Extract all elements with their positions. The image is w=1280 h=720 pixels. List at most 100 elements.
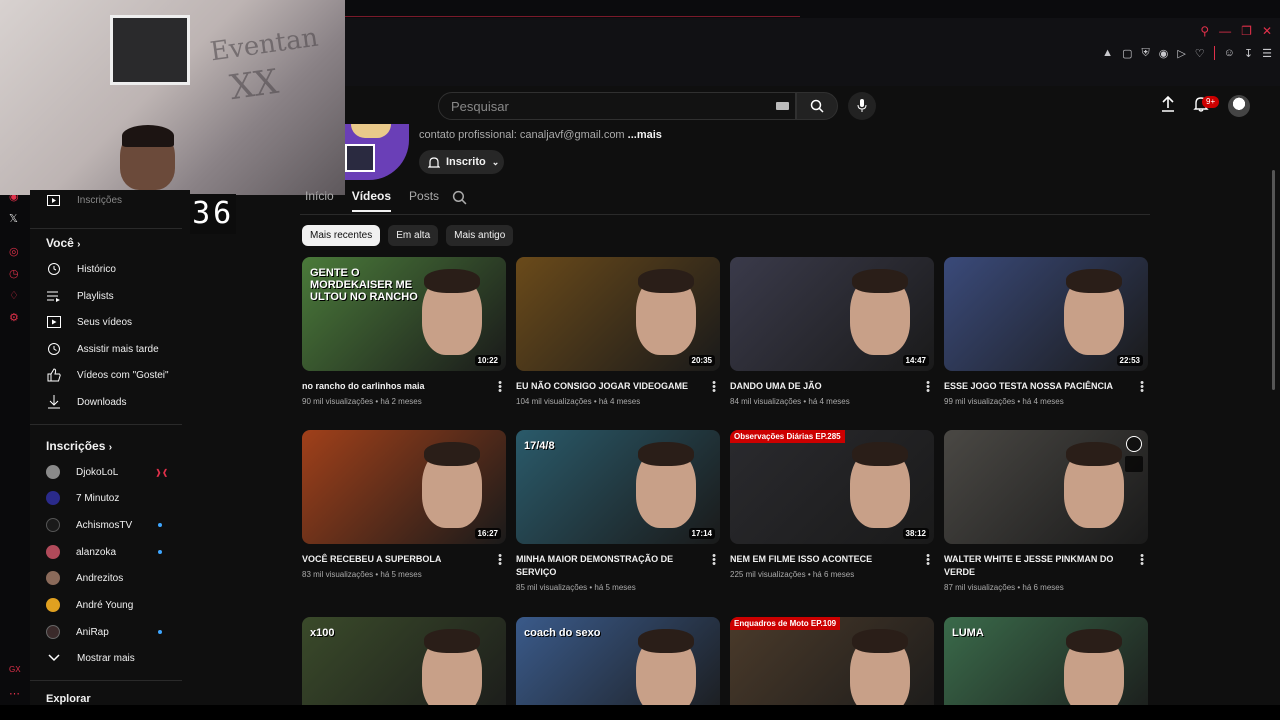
video-thumbnail[interactable]: 20:35 [516,257,720,371]
sidebar-item-assistir-mais-tarde[interactable]: Assistir mais tarde [46,339,159,359]
video-duration: 22:53 [1116,355,1143,366]
video-card[interactable]: 20:35 EU NÃO CONSIGO JOGAR VIDEOGAME 104 m… [516,257,720,406]
sidebar-show-more[interactable]: Mostrar mais [46,648,135,668]
shield-icon[interactable]: ⛨ [1141,47,1149,60]
chip-mais-recentes[interactable]: Mais recentes [302,225,381,246]
more-options-icon[interactable]: • • • [1140,378,1144,397]
sidebar-sub-djokolol[interactable]: DjokoLoL [46,462,118,482]
video-card[interactable]: Observações Diárias EP.285 38:12 NEM EM FI… [730,430,934,579]
camera-icon[interactable]: ◉ [1159,47,1169,60]
settings-icon[interactable]: ⚙ [9,311,19,324]
play-icon[interactable]: ▷ [1177,47,1185,60]
video-thumbnail[interactable]: 17/4/8 17:14 [516,430,720,544]
sidebar-item-historico[interactable]: Histórico [46,259,116,279]
channel-search-icon[interactable] [452,190,467,205]
account-avatar[interactable] [1228,95,1250,117]
more-options-icon[interactable]: • • • [498,551,502,570]
sidebar-item-downloads[interactable]: Downloads [46,392,126,412]
video-card[interactable]: 22:53 ESSE JOGO TESTA NOSSA PACIÊNCIA 99 m… [944,257,1148,406]
sidebar-item-inscricoes[interactable]: Inscrições [46,190,122,210]
profile-icon[interactable]: ☺ [1224,47,1235,59]
chip-em-alta[interactable]: Em alta [388,225,439,246]
video-thumbnail[interactable]: 14:47 [730,257,934,371]
search-tabs-icon[interactable]: ⚲ [1200,24,1209,38]
more-options-icon[interactable]: • • • [926,551,930,570]
more-options-icon[interactable]: • • • [712,551,716,570]
add-to-queue-icon[interactable] [1125,456,1143,472]
channel-tabs: Início Vídeos Posts [305,189,439,212]
minimize-icon[interactable]: — [1219,24,1231,38]
video-title[interactable]: DANDO UMA DE JÃO [730,380,934,393]
sidebar-sub-7-minutoz[interactable]: 7 Minutoz [46,488,119,508]
keyboard-icon[interactable] [776,102,789,110]
watch-later-icon[interactable] [1126,436,1142,452]
menu-icon[interactable]: ☰ [1262,47,1272,60]
more-icon[interactable]: ⋯ [9,687,20,700]
video-title[interactable]: WALTER WHITE E JESSE PINKMAN DO VERDE [944,553,1148,579]
explore-section-header[interactable]: Explorar [46,693,91,705]
chip-mais-antigo[interactable]: Mais antigo [446,225,514,246]
download-icon [46,395,61,410]
x-icon[interactable]: 𝕏 [9,212,18,225]
you-section-header[interactable]: Você › [46,236,80,250]
voice-search-button[interactable] [848,92,876,120]
more-options-icon[interactable]: • • • [926,378,930,397]
video-thumbnail[interactable]: Observações Diárias EP.285 38:12 [730,430,934,544]
video-age: há 4 meses [598,397,641,406]
youtube-sidebar: Inscrições Você › Histórico Playlists Se… [30,190,190,705]
subscriptions-section-header[interactable]: Inscrições › [46,439,112,453]
video-title[interactable]: NEM EM FILME ISSO ACONTECE [730,553,934,566]
video-thumbnail[interactable]: 22:53 [944,257,1148,371]
video-card[interactable]: 17/4/8 17:14 MINHA MAIOR DEMONSTRAÇÃO DE S… [516,430,720,592]
more-options-icon[interactable]: • • • [712,378,716,397]
sidebar-item-seus-videos[interactable]: Seus vídeos [46,312,132,332]
tabs-divider [300,214,1150,215]
video-thumbnail[interactable]: 16:27 [302,430,506,544]
subscribed-button[interactable]: Inscrito ⌄ [419,150,504,174]
sidebar-item-label: Downloads [77,396,127,408]
maximize-icon[interactable]: ❐ [1241,24,1252,38]
search-input[interactable]: Pesquisar [438,92,796,120]
video-card[interactable]: 16:27 VOCÊ RECEBEU A SUPERBOLA 83 mil visu… [302,430,506,579]
chat-icon[interactable]: ♢ [9,289,19,302]
video-views: 83 mil visualizações [302,570,374,579]
heart-icon[interactable]: ♡ [1195,47,1205,60]
video-thumbnail[interactable] [944,430,1148,544]
thumbnail-text: x100 [310,627,335,639]
video-card[interactable]: GENTE O MORDEKAISER ME ULTOU NO RANCHO 10… [302,257,506,406]
sidebar-sub-alanzoka[interactable]: alanzoka [46,542,116,562]
video-title[interactable]: MINHA MAIOR DEMONSTRAÇÃO DE SERVIÇO [516,553,720,579]
history-sidebar-icon[interactable]: ◷ [9,267,19,280]
video-title[interactable]: VOCÊ RECEBEU A SUPERBOLA [302,553,506,566]
download-icon[interactable]: ↧ [1244,47,1253,60]
sidebar-sub-andrezitos[interactable]: Andrezitos [46,568,123,588]
video-card[interactable]: 14:47 DANDO UMA DE JÃO 84 mil visualizaçõe… [730,257,934,406]
pin-icon[interactable]: ▲ [1102,47,1113,59]
video-title[interactable]: ESSE JOGO TESTA NOSSA PACIÊNCIA [944,380,1148,393]
player-icon[interactable]: ◎ [9,245,19,258]
sidebar-item-videos-gostei[interactable]: Vídeos com "Gostei" [46,365,169,385]
video-thumbnail[interactable]: GENTE O MORDEKAISER ME ULTOU NO RANCHO 10… [302,257,506,371]
your-videos-icon [46,315,61,330]
meta-separator: • [805,570,813,579]
playlists-icon [46,289,61,304]
sidebar-sub-achismostv[interactable]: AchismosTV [46,515,132,535]
video-card[interactable]: WALTER WHITE E JESSE PINKMAN DO VERDE 87 … [944,430,1148,592]
more-options-icon[interactable]: • • • [498,378,502,397]
page-scrollbar[interactable] [1272,170,1275,390]
upload-icon[interactable] [1160,95,1176,113]
more-link[interactable]: ...mais [628,129,662,141]
tab-posts[interactable]: Posts [409,189,439,212]
video-title[interactable]: EU NÃO CONSIGO JOGAR VIDEOGAME [516,380,720,393]
snapshot-icon[interactable]: ▢ [1122,47,1132,60]
tab-inicio[interactable]: Início [305,189,334,212]
search-button[interactable] [796,92,838,120]
sidebar-sub-anirap[interactable]: AniRap [46,622,109,642]
close-icon[interactable]: ✕ [1262,24,1272,38]
more-options-icon[interactable]: • • • [1140,551,1144,570]
channel-avatar[interactable] [345,124,409,180]
sidebar-sub-andre-young[interactable]: André Young [46,595,133,615]
tab-videos[interactable]: Vídeos [351,189,392,212]
sidebar-item-playlists[interactable]: Playlists [46,286,114,306]
video-title[interactable]: no rancho do carlinhos maia [302,380,506,393]
